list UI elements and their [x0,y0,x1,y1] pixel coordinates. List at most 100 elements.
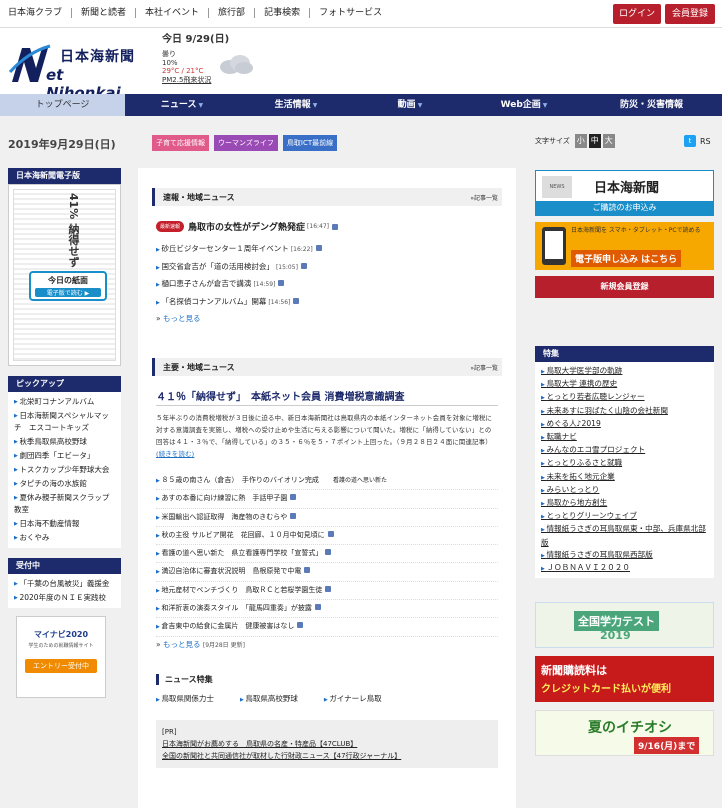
top-link-events[interactable]: 本社イベント [135,8,208,18]
special-item[interactable]: 鳥取大学 連携の歴史 [535,378,714,391]
news-special-item[interactable]: 鳥取県高校野球 [240,693,298,704]
pm25-link[interactable]: PM2.5飛来状況 [162,75,272,85]
list-item[interactable]: 倉吉東中の給食に金属片 健康被害はなし [156,618,498,637]
tag-womans-life[interactable]: ウーマンズライフ [214,135,278,151]
special-item[interactable]: 未来あすに羽ばたく山陰の会社新聞 [535,405,714,418]
top-link-club[interactable]: 日本海クラブ [8,8,71,18]
top-link-search[interactable]: 記事検索 [254,8,309,18]
news-special-item[interactable]: 鳥取県関係力士 [156,693,214,704]
nav-life[interactable]: 生活情報 ▼ [239,94,353,116]
site-logo[interactable]: 日本海新聞 et Nihonkai [8,38,138,102]
special-item[interactable]: 未来を拓く地元企業 [535,471,714,484]
newspaper-icon: NEWS [542,176,572,198]
rss-link[interactable]: RS [700,137,711,146]
pickup-item[interactable]: 劇団四季「エビータ」 [8,449,121,463]
nav-top[interactable]: トップページ [0,94,125,116]
feature-article-title[interactable]: ４１％「納得せず」 本紙ネット会員 消費増税意識調査 [156,388,498,406]
special-item[interactable]: みらいとっとり [535,484,714,497]
pickup-item[interactable]: おくやみ [8,531,121,545]
list-item[interactable]: 樋口恵子さんが倉吉で講演[14:59] [156,276,498,294]
lock-icon [314,604,321,611]
top-link-photo[interactable]: フォトサービス [309,8,391,18]
lock-icon [325,549,332,556]
list-item[interactable]: 和洋折衷の演奏スタイル 「龍馬四重奏」が披露 [156,600,498,619]
epaper-signup-banner[interactable]: 日本海新聞を スマホ・タブレット・PCで読める 電子版申し込み はこちら [535,222,714,270]
pickup-item[interactable]: 秋季鳥取県高校野球 [8,435,121,449]
subscribe-banner[interactable]: NEWS 日本海新聞 ご購読のお申込み [535,170,714,216]
special-item[interactable]: ＪＯＢＮＡＶＩ２０２０ [535,562,714,575]
special-item[interactable]: とっとりグリーンウェイブ [535,510,714,523]
special-item[interactable]: めぐる人♪2019 [535,418,714,431]
lead-article-title[interactable]: 鳥取市の女性がデング熱発症 [188,220,305,233]
continue-reading-link[interactable]: (続きを読む) [156,450,194,458]
pickup-item[interactable]: 北栄町コナンアルバム [8,395,121,409]
news-special-item[interactable]: ガイナーレ鳥取 [324,693,381,704]
pickup-item[interactable]: タピチの海の水族館 [8,477,121,491]
top-link-readers[interactable]: 新聞と読者 [71,8,135,18]
main-see-more-link[interactable]: もっと見る [9月28日 更新] [156,639,498,650]
list-item[interactable]: 秋の主役 サルビア開花 花回廊、１０月中旬見頃に [156,527,498,546]
epaper-preview[interactable]: 41% 納得せず 今日の紙面 電子版で読む ▶ [8,184,121,366]
special-item[interactable]: とっとりふるさと就職 [535,457,714,470]
special-item[interactable]: 情報紙うさぎの耳鳥取県東・中部、兵庫県北部版 [535,523,714,548]
credit-card-banner[interactable]: 新聞購読料は クレジットカード払いが便利 [535,656,714,703]
epaper-today-button[interactable]: 今日の紙面 電子版で読む ▶ [29,271,107,301]
chevron-down-icon: ▼ [417,102,423,109]
list-item[interactable]: 「名探偵コナンアルバム」開幕[14:56] [156,294,498,312]
summer-pick-date: 9/16(月)まで [634,737,700,755]
pickup-item[interactable]: 日本海新聞スペシャルマッチ エスコートキッズ [8,409,121,435]
list-item[interactable]: ８５歳の南さん（倉吉） 手作りのバイオリン完成看護の道へ思い新た [156,472,498,491]
weather-condition: 曇り [162,50,176,58]
tag-childcare[interactable]: 子育て応援情報 [152,135,209,151]
list-item[interactable]: 国交省倉吉が「道の活用検討会」[15:05] [156,259,498,277]
accepting-item[interactable]: 2020年度のＮＩＥ実践校 [8,591,121,605]
nav-disaster[interactable]: 防災・災害情報 [581,94,722,116]
flash-news-archive-link[interactable]: »記事一覧 [470,193,498,202]
list-item[interactable]: 米国輸出へ認証取得 海産物のきむらや [156,509,498,527]
login-button[interactable]: ログイン [613,4,661,24]
font-size-small[interactable]: 小 [574,134,587,148]
list-item[interactable]: 満辺自治体に審査状況説明 島根原発で中電 [156,563,498,582]
pr-link[interactable]: 全国の新聞社と共同通信社が取材した行財政ニュース【47行政ジャーナル】 [162,750,492,762]
special-item[interactable]: 情報紙うさぎの耳鳥取県西部版 [535,549,714,562]
special-item[interactable]: 転職ナビ [535,431,714,444]
summer-pick-banner[interactable]: 夏のイチオシ 9/16(月)まで [535,710,714,757]
pr-link[interactable]: 日本海新聞がお薦めする 鳥取県の名産・特産品【47CLUB】 [162,738,492,750]
accepting-heading: 受付中 [8,558,121,574]
mynavi-banner[interactable]: マイナビ2020 学生のための就職情報サイト エントリー受付中 [16,616,106,698]
news-special-list: 鳥取県関係力士 鳥取県高校野球 ガイナーレ鳥取 [156,693,498,704]
tag-ict[interactable]: 鳥取ICT最前線 [282,135,338,151]
special-item[interactable]: みんなのエコ雪プロジェクト [535,444,714,457]
twitter-icon[interactable]: t [684,135,696,147]
pickup-item[interactable]: 日本海不動産情報 [8,517,121,531]
nav-video[interactable]: 動画 ▼ [353,94,467,116]
flash-see-more-link[interactable]: もっと見る [156,313,498,324]
accepting-list: 「千葉の台風被災」義援金 2020年度のＮＩＥ実践校 [8,574,121,608]
gakuryoku-test-text: 全国学力テスト [574,611,659,632]
gakuryoku-test-banner[interactable]: 全国学力テスト 2019 [535,602,714,649]
accepting-item[interactable]: 「千葉の台風被災」義援金 [8,577,121,591]
pickup-item[interactable]: トスクカップ少年野球大会 [8,463,121,477]
list-item[interactable]: 砂丘ビジターセンター１周年イベント[16:22] [156,241,498,259]
top-link-travel[interactable]: 旅行部 [208,8,254,18]
special-item[interactable]: 鳥取から地方創生 [535,497,714,510]
font-size-large[interactable]: 大 [602,134,615,148]
cloud-icon [220,55,253,74]
weather-date: 今日 9/29(日) [162,34,230,45]
list-item[interactable]: 地元産材でベンチづくり 鳥取ＲＣと若桜学園生徒 [156,582,498,601]
font-size-medium[interactable]: 中 [588,134,601,148]
main-news-archive-link[interactable]: »記事一覧 [470,363,498,372]
epaper-headline: 41% 納得せず [67,193,80,268]
pr-label: [PR] [162,727,177,736]
new-member-button[interactable]: 新規会員登録 [535,276,714,298]
list-item[interactable]: あすの本番に向け練習に熱 手話甲子園 [156,490,498,509]
nav-web[interactable]: Web企画 ▼ [467,94,581,116]
special-item[interactable]: 鳥取大学医学部の軌跡 [535,365,714,378]
pickup-item[interactable]: 夏休み親子新聞スクラップ教室 [8,491,121,517]
nav-news[interactable]: ニュース ▼ [125,94,239,116]
register-button[interactable]: 会員登録 [665,4,715,24]
list-item[interactable]: 看護の道へ思い新た 県立看護専門学校「宣誓式」 [156,545,498,564]
mynavi-entry-button[interactable]: エントリー受付中 [25,659,97,673]
special-item[interactable]: とっとり若者広聴レンジャー [535,391,714,404]
lead-article[interactable]: 最新速報 鳥取市の女性がデング熱発症 [16:47] [156,220,498,233]
